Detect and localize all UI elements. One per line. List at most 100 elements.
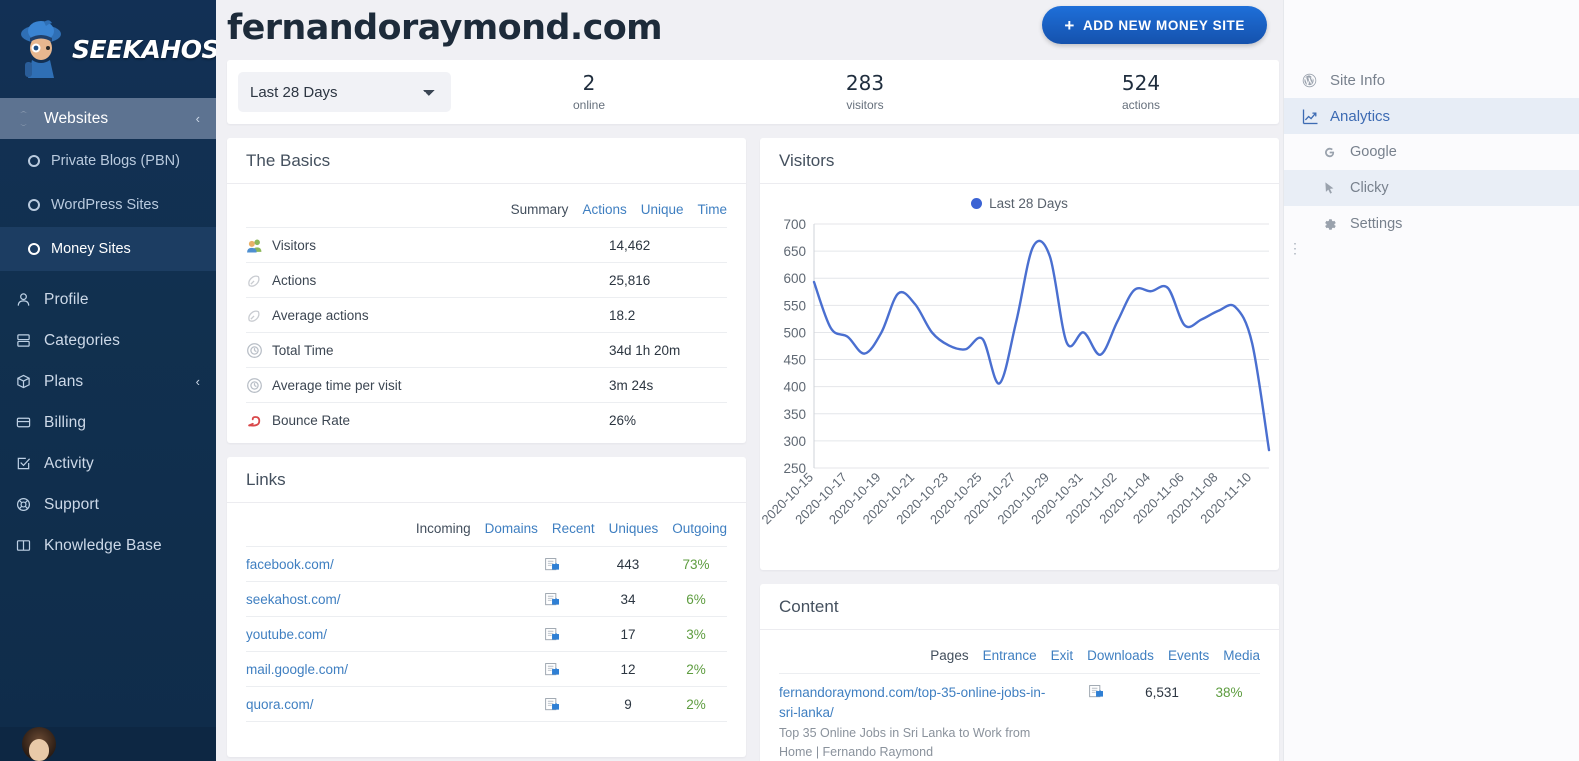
sidebar-subitem-label: Money Sites bbox=[51, 241, 131, 257]
brand-logo[interactable]: SEEKAHOST bbox=[0, 0, 216, 98]
panel-visitors: Visitors Last 28 Days 250 300 350 400 450 500… bbox=[758, 138, 1279, 570]
row-label: Visitors bbox=[272, 237, 317, 253]
right-panel-item-label: Google bbox=[1350, 144, 1397, 160]
link-uniques: 2% bbox=[686, 696, 706, 712]
mouse-icon bbox=[246, 272, 272, 289]
sidebar-item-websites[interactable]: Websites ‹ bbox=[0, 98, 216, 139]
globe-icon bbox=[16, 111, 38, 126]
column-summary[interactable]: Summary bbox=[511, 202, 569, 217]
sidebar-subitem-money-sites[interactable]: Money Sites bbox=[0, 227, 216, 271]
basics-column-headers: Summary Actions Unique Time bbox=[246, 184, 727, 227]
column-time[interactable]: Time bbox=[698, 202, 728, 217]
visitors-people-icon bbox=[246, 237, 272, 254]
sidebar-item-billing[interactable]: Billing bbox=[0, 402, 216, 443]
link-url[interactable]: youtube.com/ bbox=[246, 627, 513, 642]
google-g-icon bbox=[1322, 145, 1346, 160]
avatar[interactable] bbox=[22, 727, 56, 761]
column-recent[interactable]: Recent bbox=[552, 521, 595, 536]
sidebar-subitem-private-blogs[interactable]: Private Blogs (PBN) bbox=[0, 139, 216, 183]
page-detail-icon[interactable] bbox=[513, 662, 591, 676]
sidebar-item-label: Billing bbox=[44, 413, 87, 431]
stat-label: actions bbox=[1121, 98, 1161, 112]
column-actions[interactable]: Actions bbox=[582, 202, 626, 217]
add-new-money-site-button[interactable]: + ADD NEW MONEY SITE bbox=[1042, 6, 1267, 44]
column-pages[interactable]: Pages bbox=[930, 648, 968, 663]
sidebar-item-label: Plans bbox=[44, 372, 84, 390]
page-detail-icon[interactable] bbox=[513, 557, 591, 571]
column-exit[interactable]: Exit bbox=[1051, 648, 1074, 663]
row-value: 18.2 bbox=[609, 307, 636, 323]
column-downloads[interactable]: Downloads bbox=[1087, 648, 1154, 663]
vertical-dots-handle[interactable]: ⋮ bbox=[1288, 241, 1302, 255]
sidebar-user-footer[interactable] bbox=[0, 727, 216, 761]
link-url[interactable]: facebook.com/ bbox=[246, 557, 513, 572]
right-panel-item-clicky[interactable]: Clicky bbox=[1284, 170, 1579, 206]
panel-title: Content bbox=[760, 584, 1279, 630]
chevron-left-icon[interactable]: ‹ bbox=[196, 111, 200, 126]
svg-text:550: 550 bbox=[783, 298, 806, 313]
link-url[interactable]: mail.google.com/ bbox=[246, 662, 513, 677]
sidebar-item-label: Knowledge Base bbox=[44, 536, 162, 554]
date-range-select[interactable]: Last 28 Days bbox=[238, 72, 451, 112]
column-events[interactable]: Events bbox=[1168, 648, 1209, 663]
content-media: 38% bbox=[1215, 685, 1243, 700]
sidebar-item-profile[interactable]: Profile bbox=[0, 279, 216, 320]
detective-logo-icon bbox=[14, 18, 70, 80]
page-detail-icon[interactable] bbox=[513, 627, 591, 641]
right-panel-item-analytics[interactable]: Analytics bbox=[1284, 98, 1579, 134]
page-detail-icon[interactable] bbox=[513, 592, 591, 606]
radio-circle-icon bbox=[28, 155, 40, 167]
column-unique[interactable]: Unique bbox=[641, 202, 684, 217]
row-value: 34d 1h 20m bbox=[609, 342, 681, 358]
brand-name: SEEKAHOST bbox=[72, 34, 216, 64]
link-url[interactable]: seekahost.com/ bbox=[246, 592, 513, 607]
list-item-partial bbox=[246, 721, 727, 751]
svg-text:700: 700 bbox=[783, 217, 806, 232]
content-main: fernandoraymond.com/top-35-online-jobs-i… bbox=[779, 683, 1066, 761]
sidebar-item-knowledge-base[interactable]: Knowledge Base bbox=[0, 525, 216, 566]
column-incoming[interactable]: Incoming bbox=[416, 521, 471, 536]
stat-label: visitors bbox=[846, 98, 884, 112]
sidebar-item-plans[interactable]: Plans ‹ bbox=[0, 361, 216, 402]
sidebar-item-support[interactable]: Support bbox=[0, 484, 216, 525]
column-entrance[interactable]: Entrance bbox=[983, 648, 1037, 663]
sidebar-item-label: Websites bbox=[44, 109, 109, 127]
column-domains[interactable]: Domains bbox=[485, 521, 538, 536]
sidebar-item-categories[interactable]: Categories bbox=[0, 320, 216, 361]
stat-online: 2 online bbox=[451, 72, 727, 113]
bounce-arrow-icon bbox=[246, 412, 272, 429]
panel-title: Visitors bbox=[760, 138, 1279, 184]
link-url[interactable]: quora.com/ bbox=[246, 697, 513, 712]
stat-value: 524 bbox=[1121, 71, 1161, 95]
page-detail-icon[interactable] bbox=[513, 697, 591, 711]
cursor-arrow-icon bbox=[1322, 181, 1346, 196]
link-recent: 34 bbox=[620, 591, 636, 607]
column-uniques[interactable]: Uniques bbox=[609, 521, 659, 536]
list-item: quora.com/ 9 2% bbox=[246, 686, 727, 721]
content-url[interactable]: fernandoraymond.com/top-35-online-jobs-i… bbox=[779, 683, 1058, 722]
svg-text:650: 650 bbox=[783, 244, 806, 259]
check-square-icon bbox=[16, 456, 38, 471]
links-body: Incoming Domains Recent Uniques Outgoing… bbox=[227, 503, 746, 757]
table-row: Total Time 34d 1h 20m bbox=[246, 332, 727, 367]
sidebar-item-activity[interactable]: Activity bbox=[0, 443, 216, 484]
chevron-left-icon[interactable]: ‹ bbox=[196, 374, 200, 389]
legend-label: Last 28 Days bbox=[989, 195, 1068, 211]
sidebar-item-label: Activity bbox=[44, 454, 94, 472]
links-column-headers: Incoming Domains Recent Uniques Outgoing bbox=[246, 503, 727, 546]
left-column: The Basics Summary Actions Unique Time V… bbox=[227, 138, 746, 761]
table-row: Average time per visit 3m 24s bbox=[246, 367, 727, 402]
right-panel-item-settings[interactable]: Settings bbox=[1284, 206, 1579, 242]
sidebar-subitem-wordpress-sites[interactable]: WordPress Sites bbox=[0, 183, 216, 227]
right-panel-item-google[interactable]: Google bbox=[1284, 134, 1579, 170]
stats-bar: Last 28 Days 2 online 283 visitors 524 a… bbox=[227, 60, 1279, 124]
column-outgoing[interactable]: Outgoing bbox=[672, 521, 727, 536]
svg-text:600: 600 bbox=[783, 271, 806, 286]
date-range-wrap: Last 28 Days bbox=[227, 72, 451, 112]
clock-icon bbox=[246, 377, 272, 394]
right-panel-item-site-info[interactable]: Site Info bbox=[1284, 62, 1579, 98]
chart-line-icon bbox=[1302, 108, 1326, 125]
page-detail-icon[interactable] bbox=[1066, 683, 1126, 698]
column-media[interactable]: Media bbox=[1223, 648, 1260, 663]
